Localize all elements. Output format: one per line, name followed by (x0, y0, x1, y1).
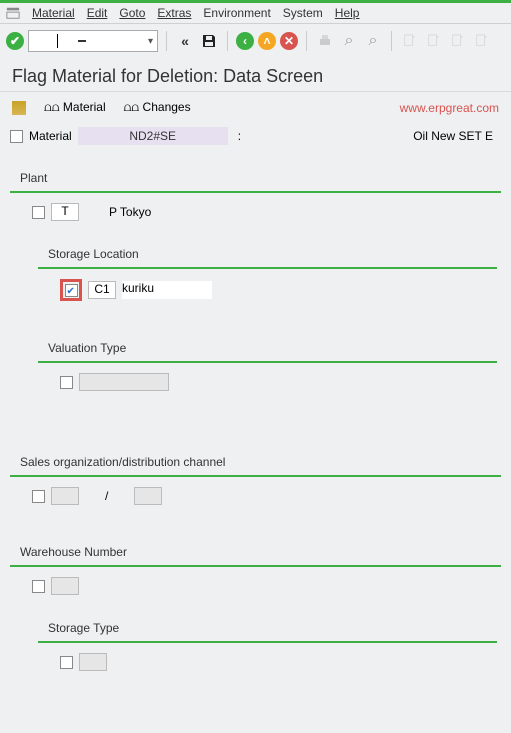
material-description: Oil New SET E (413, 129, 501, 143)
valuation-type-input[interactable] (79, 373, 169, 391)
storage-type-checkbox[interactable] (60, 656, 73, 669)
sales-checkbox[interactable] (32, 490, 45, 503)
highlight-box (60, 279, 82, 301)
storage-type-row (60, 653, 493, 671)
storage-location-group: Storage Location C1 kuriku (38, 237, 497, 315)
valuation-type-group: Valuation Type (38, 331, 497, 405)
menu-extras[interactable]: Extras (157, 6, 191, 20)
material-link[interactable]: ⩍⩍ Material (44, 100, 106, 115)
colon: : (238, 129, 241, 143)
material-value[interactable]: ND2#SE (78, 127, 228, 145)
menu-system[interactable]: System (283, 6, 323, 20)
find-icon: ⌕ (339, 31, 359, 51)
toolbar: ✔ ▾ « ‹ ˄ ✕ ⌕ ⌕ (0, 24, 511, 58)
storage-location-name: kuriku (122, 281, 212, 299)
sub-toolbar: ⩍⩍ Material ⩍⩍ Changes www.erpgreat.com (0, 92, 511, 123)
storage-location-title: Storage Location (44, 247, 143, 261)
back-circle-icon[interactable]: ‹ (236, 32, 254, 50)
plant-code-input[interactable]: T (51, 203, 79, 221)
cancel-circle-icon[interactable]: ✕ (280, 32, 298, 50)
menu-edit[interactable]: Edit (87, 6, 108, 20)
plant-name: P Tokyo (109, 205, 151, 219)
dist-channel-input[interactable] (134, 487, 162, 505)
separator (306, 31, 307, 51)
save-icon[interactable] (199, 31, 219, 51)
plant-group: Plant T P Tokyo Storage Location C1 kur (10, 161, 501, 429)
storage-type-title: Storage Type (44, 621, 123, 635)
print-icon (315, 31, 335, 51)
storage-location-code-input[interactable]: C1 (88, 281, 116, 299)
sales-org-input[interactable] (51, 487, 79, 505)
warehouse-title: Warehouse Number (16, 545, 131, 559)
find-next-icon: ⌕ (363, 31, 383, 51)
storage-location-checkbox[interactable] (65, 284, 78, 297)
slash: / (105, 489, 108, 503)
command-field[interactable]: ▾ (28, 30, 158, 52)
enter-icon[interactable]: ✔ (6, 32, 24, 50)
menu-environment[interactable]: Environment (203, 6, 270, 20)
storage-type-input[interactable] (79, 653, 107, 671)
material-label: Material (29, 129, 72, 143)
content: Material ND2#SE : Oil New SET E Plant T … (0, 123, 511, 733)
menu-material[interactable]: Material (32, 6, 75, 20)
text-cursor-icon (78, 40, 86, 42)
page-title: Flag Material for Deletion: Data Screen (0, 58, 511, 92)
page-down-icon (448, 31, 468, 51)
sales-group: Sales organization/distribution channel … (10, 445, 501, 519)
warehouse-checkbox[interactable] (32, 580, 45, 593)
material-row: Material ND2#SE : Oil New SET E (10, 127, 501, 145)
page-up-icon (424, 31, 444, 51)
watermark: www.erpgreat.com (400, 101, 499, 115)
menu-help[interactable]: Help (335, 6, 360, 20)
plant-title: Plant (16, 171, 51, 185)
page-last-icon (472, 31, 492, 51)
separator (227, 31, 228, 51)
sales-row: / (32, 487, 497, 505)
storage-location-row: C1 kuriku (60, 279, 493, 301)
storage-type-group: Storage Type (38, 611, 497, 685)
sales-title: Sales organization/distribution channel (16, 455, 229, 469)
separator (391, 31, 392, 51)
page-first-icon (400, 31, 420, 51)
dropdown-icon[interactable]: ▾ (148, 36, 153, 47)
plant-row: T P Tokyo (32, 203, 497, 221)
menu-goto[interactable]: Goto (119, 6, 145, 20)
separator (166, 31, 167, 51)
changes-link[interactable]: ⩍⩍ Changes (124, 100, 191, 115)
valuation-type-checkbox[interactable] (60, 376, 73, 389)
valuation-type-row (60, 373, 493, 391)
exit-circle-icon[interactable]: ˄ (258, 32, 276, 50)
cursor-icon (57, 34, 58, 48)
valuation-type-title: Valuation Type (44, 341, 130, 355)
menubar: Material Edit Goto Extras Environment Sy… (0, 3, 511, 24)
warehouse-input[interactable] (51, 577, 79, 595)
warehouse-row (32, 577, 497, 595)
material-checkbox[interactable] (10, 130, 23, 143)
window-menu-icon[interactable] (6, 6, 20, 20)
material-detail-icon[interactable] (12, 101, 26, 115)
plant-checkbox[interactable] (32, 206, 45, 219)
back-button[interactable]: « (175, 31, 195, 51)
warehouse-group: Warehouse Number Storage Type (10, 535, 501, 709)
